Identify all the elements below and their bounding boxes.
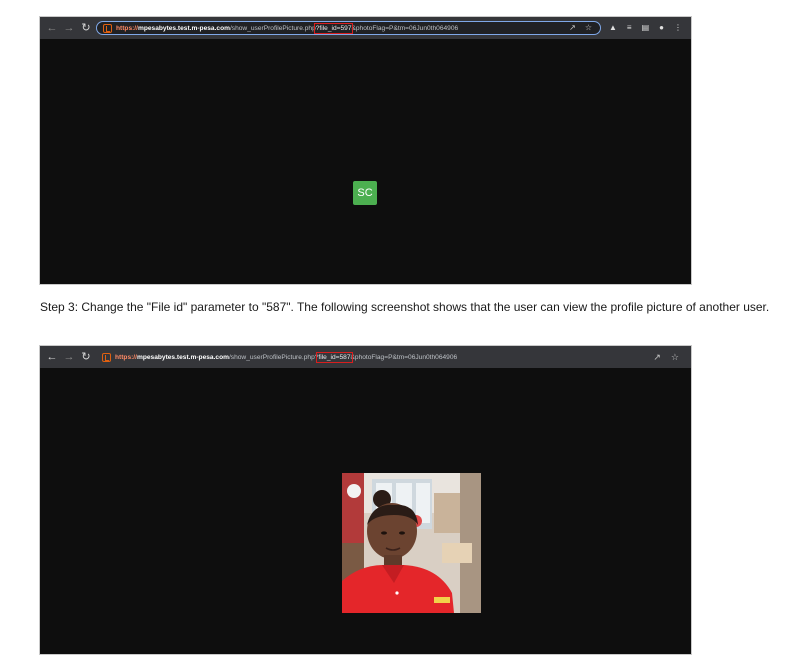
profile-avatar: SC (353, 181, 377, 205)
address-bar[interactable]: https://mpesabytes.test.m-pesa.com/show_… (96, 21, 601, 35)
share-icon[interactable]: ↗ (653, 352, 661, 363)
share-icon[interactable]: ↗ (569, 24, 576, 32)
nav-buttons: ← → ↻ (40, 22, 92, 34)
omnibox-actions: ↗ ☆ (653, 346, 679, 368)
profile-icon[interactable]: ● (659, 24, 664, 32)
star-icon[interactable]: ☆ (585, 24, 592, 32)
url-text: https://mpesabytes.test.m-pesa.com/show_… (116, 22, 459, 34)
reload-icon[interactable]: ↻ (80, 351, 92, 363)
browser-toolbar: ← → ↻ https://mpesabytes.test.m-pesa.com… (40, 17, 691, 39)
reading-list-icon[interactable]: ≡ (627, 24, 632, 32)
side-panel-icon[interactable]: ▤ (642, 24, 650, 32)
star-icon[interactable]: ☆ (671, 352, 679, 363)
back-icon[interactable]: ← (46, 22, 58, 34)
address-bar[interactable]: https://mpesabytes.test.m-pesa.com/show_… (96, 350, 476, 364)
url-highlight: ?file_id=597 (313, 22, 354, 34)
browser-toolbar: ← → ↻ https://mpesabytes.test.m-pesa.com… (40, 346, 691, 368)
site-info-icon[interactable] (102, 352, 111, 362)
omnibox-actions: ↗ ☆ (569, 22, 592, 34)
flask-icon[interactable]: ▲ (609, 24, 617, 32)
back-icon[interactable]: ← (46, 351, 58, 363)
reload-icon[interactable]: ↻ (80, 22, 92, 34)
browser-screenshot-1: ← → ↻ https://mpesabytes.test.m-pesa.com… (40, 17, 691, 284)
url-highlight: file_id=587 (316, 351, 353, 363)
toolbar-actions: ▲ ≡ ▤ ● ⋮ (609, 24, 682, 32)
forward-icon[interactable]: → (63, 22, 75, 34)
browser-screenshot-2: ← → ↻ https://mpesabytes.test.m-pesa.com… (40, 346, 691, 654)
menu-icon[interactable]: ⋮ (674, 24, 682, 32)
step-caption: Step 3: Change the "File id" parameter t… (40, 300, 770, 314)
url-text: https://mpesabytes.test.m-pesa.com/show_… (115, 351, 458, 363)
nav-buttons: ← → ↻ (40, 351, 92, 363)
profile-photo (342, 473, 481, 613)
site-info-icon[interactable] (103, 23, 112, 33)
forward-icon[interactable]: → (63, 351, 75, 363)
